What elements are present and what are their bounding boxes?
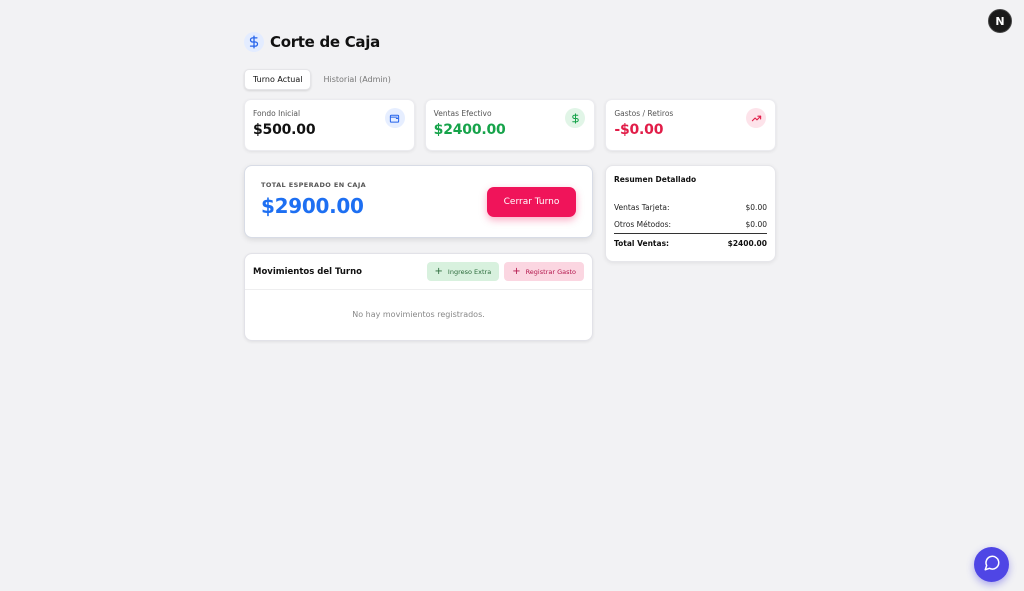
stats-row: Fondo Inicial $500.00 Ventas Efectivo $2… (244, 99, 777, 151)
empty-state-text: No hay movimientos registrados. (352, 310, 485, 319)
summary-total-row: Total Ventas: $2400.00 (614, 239, 767, 248)
summary-row: Otros Métodos: $0.00 (614, 220, 767, 229)
summary-title: Resumen Detallado (614, 175, 697, 184)
main-content: Corte de Caja Turno Actual Historial (Ad… (244, 30, 777, 341)
stat-card-gastos: Gastos / Retiros -$0.00 (605, 99, 777, 151)
register-expense-button[interactable]: + Registrar Gasto (504, 262, 584, 281)
page-header: Corte de Caja (244, 30, 776, 54)
left-column: TOTAL ESPERADO EN CAJA $2900.00 Cerrar T… (244, 165, 593, 341)
stat-value: $500.00 (253, 122, 316, 138)
page-title: Corte de Caja (270, 33, 380, 51)
add-income-button[interactable]: + Ingreso Extra (426, 262, 500, 281)
stat-label: Gastos / Retiros (614, 109, 674, 118)
movements-header: Movimientos del Turno + Ingreso Extra + … (245, 254, 592, 290)
summary-row: Ventas Tarjeta: $0.00 (614, 203, 767, 212)
stat-value: -$0.00 (614, 122, 664, 138)
summary-row-label: Ventas Tarjeta: (614, 203, 670, 212)
summary-card: Resumen Detallado Ventas Tarjeta: $0.00 … (605, 165, 776, 262)
plus-icon: + (512, 265, 521, 277)
chat-bubble-icon (983, 554, 1001, 576)
close-shift-button[interactable]: Cerrar Turno (487, 187, 576, 217)
add-income-label: Ingreso Extra (447, 267, 492, 276)
plus-icon: + (434, 265, 443, 277)
stat-label: Fondo Inicial (253, 109, 301, 118)
total-card: TOTAL ESPERADO EN CAJA $2900.00 Cerrar T… (244, 165, 593, 238)
dollar-icon (244, 32, 264, 52)
summary-row-value: $0.00 (745, 220, 767, 229)
movements-card: Movimientos del Turno + Ingreso Extra + … (244, 253, 593, 341)
stat-label: Ventas Efectivo (433, 109, 492, 118)
summary-total-value: $2400.00 (727, 239, 767, 248)
stat-card-fondo: Fondo Inicial $500.00 (244, 99, 415, 151)
stat-card-ventas: Ventas Efectivo $2400.00 (424, 99, 596, 151)
summary-divider (614, 233, 767, 234)
content-row: TOTAL ESPERADO EN CAJA $2900.00 Cerrar T… (244, 165, 776, 341)
movements-title: Movimientos del Turno (253, 266, 362, 277)
summary-row-value: $0.00 (745, 203, 767, 212)
movements-actions: + Ingreso Extra + Registrar Gasto (426, 262, 584, 281)
tab-turno-actual[interactable]: Turno Actual (244, 68, 312, 90)
summary-row-label: Otros Métodos: (614, 220, 672, 229)
tab-bar: Turno Actual Historial (Admin) (244, 68, 776, 90)
register-expense-label: Registrar Gasto (525, 267, 576, 276)
trending-up-icon (746, 108, 767, 128)
chat-button[interactable] (974, 547, 1009, 582)
summary-total-label: Total Ventas: (614, 239, 670, 248)
stat-value: $2400.00 (433, 122, 506, 138)
wallet-icon (384, 108, 405, 128)
tab-historial[interactable]: Historial (Admin) (315, 70, 398, 89)
user-avatar[interactable]: N (988, 9, 1012, 33)
